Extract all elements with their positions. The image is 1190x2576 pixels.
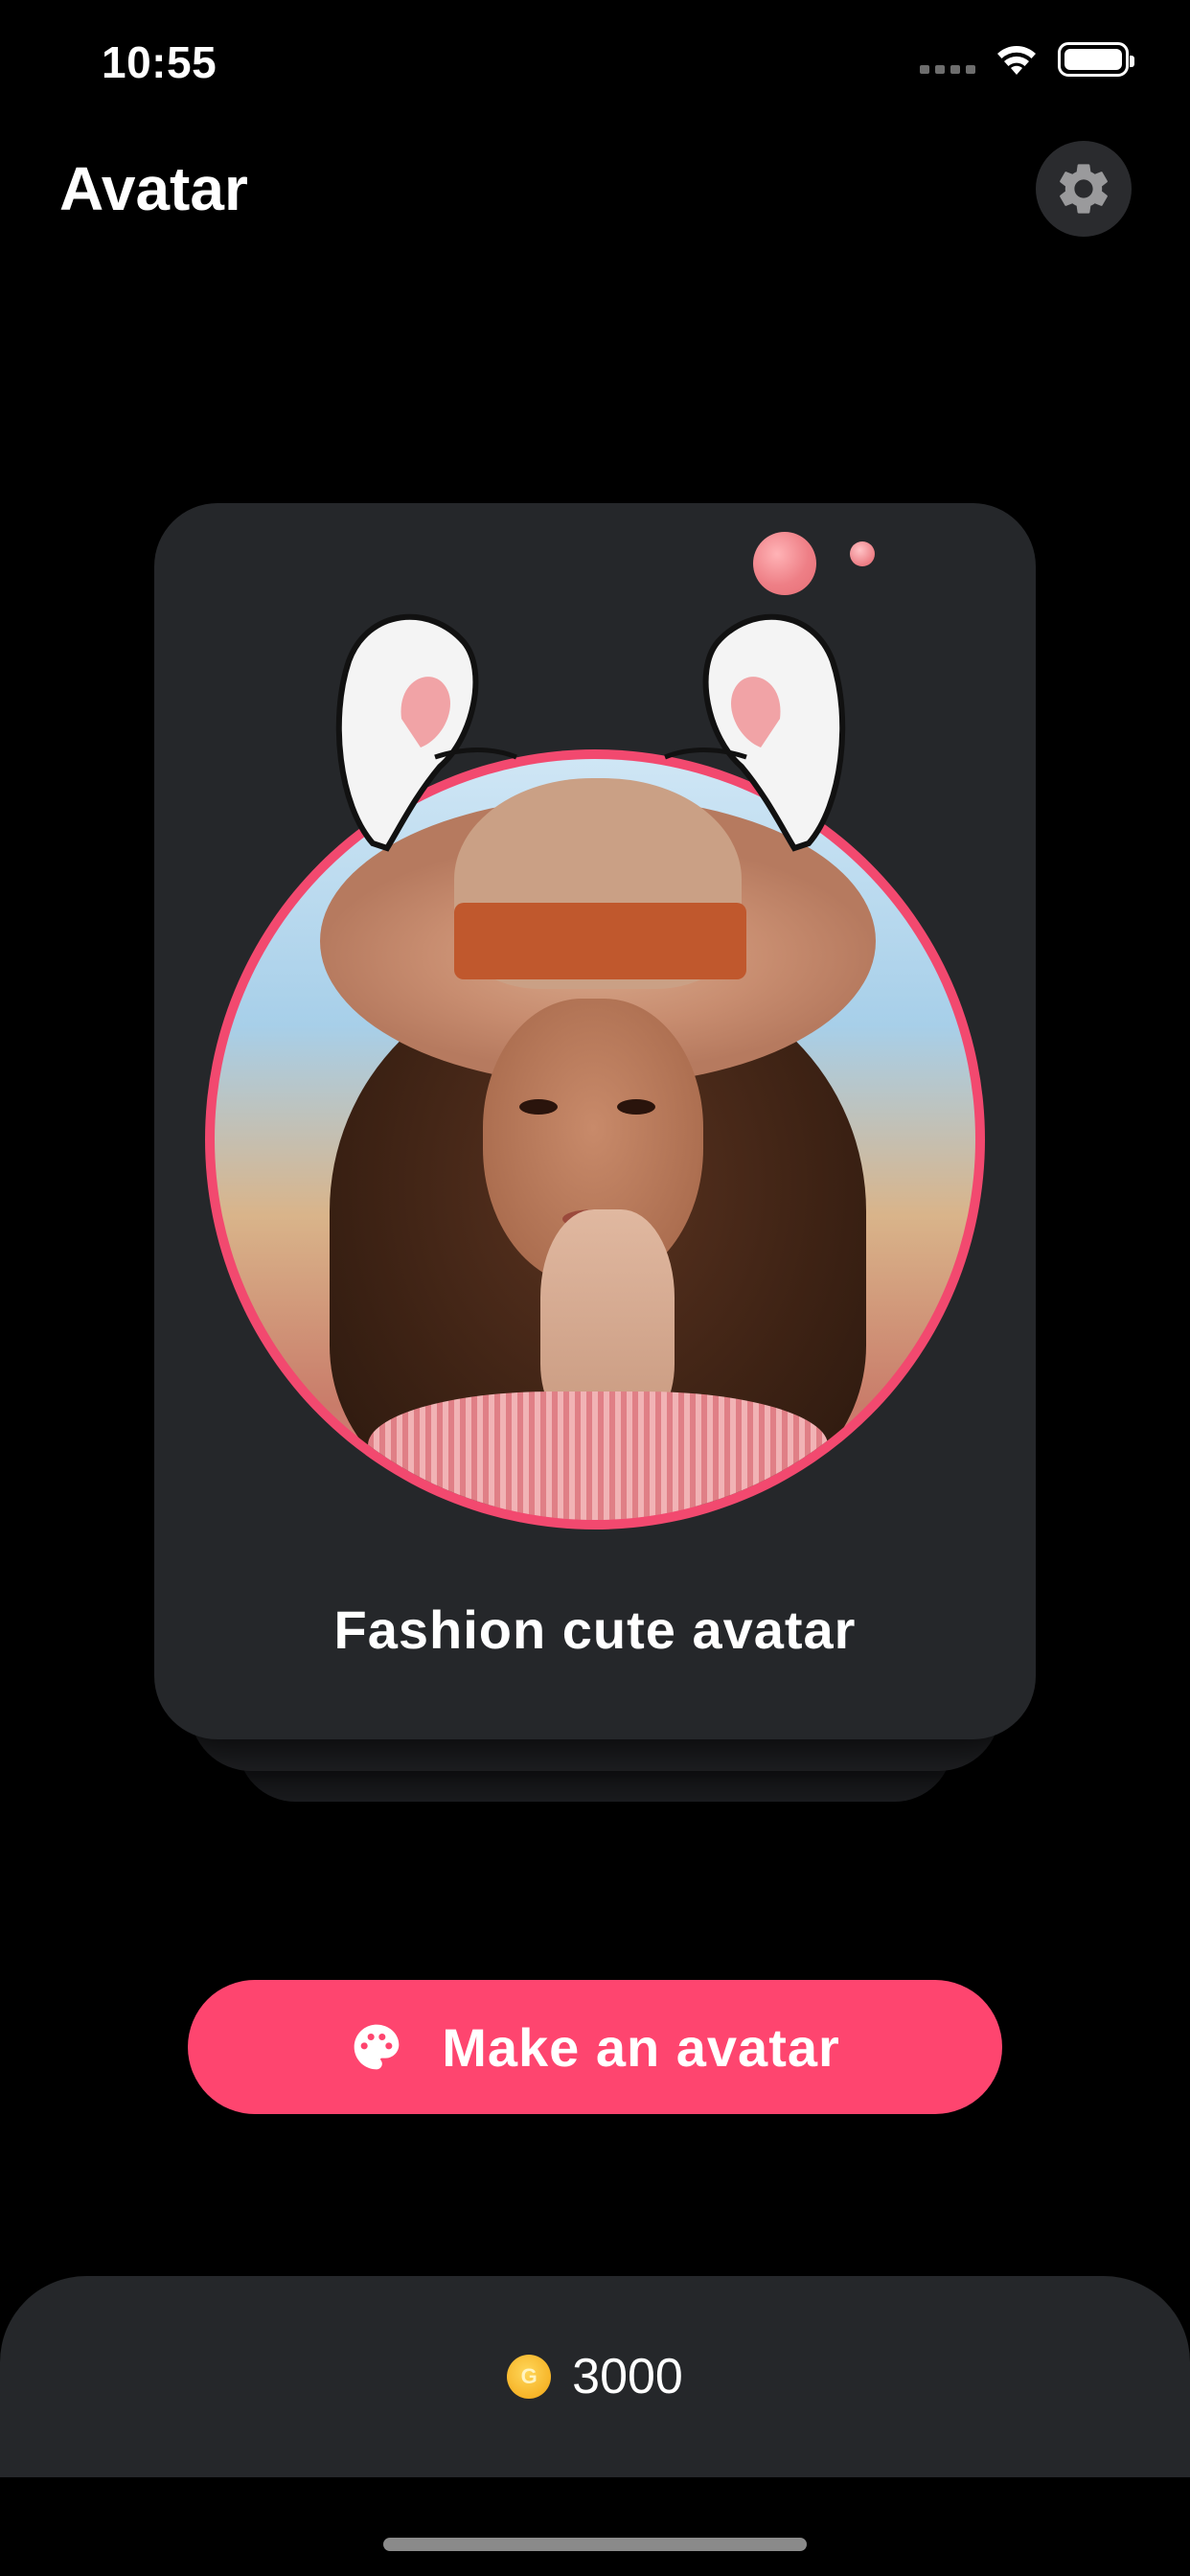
decor-bubble-large [753, 532, 816, 595]
home-indicator[interactable] [383, 2538, 807, 2551]
status-indicators [920, 42, 1134, 77]
palette-icon [354, 2024, 400, 2070]
wifi-icon [997, 46, 1036, 75]
make-avatar-label: Make an avatar [442, 2016, 840, 2078]
cellular-signal-icon [920, 45, 975, 74]
make-avatar-button[interactable]: Make an avatar [188, 1980, 1002, 2114]
gear-icon [1060, 164, 1108, 214]
card-title: Fashion cute avatar [333, 1599, 857, 1660]
bunny-ears-icon [335, 613, 846, 852]
page-title: Avatar [59, 154, 248, 223]
avatar-photo [215, 759, 975, 1520]
battery-icon [1058, 42, 1134, 77]
coin-count: 3000 [572, 2349, 683, 2404]
avatar-frame [205, 749, 985, 1530]
coin-balance-panel[interactable]: G 3000 [0, 2276, 1190, 2477]
status-time: 10:55 [102, 37, 217, 87]
screen: 10:55 Avatar Fashion cute avatar Make an… [0, 0, 1190, 2576]
coin-icon: G [507, 2355, 552, 2399]
settings-button[interactable] [1036, 141, 1132, 237]
decor-bubble-small [850, 541, 875, 566]
